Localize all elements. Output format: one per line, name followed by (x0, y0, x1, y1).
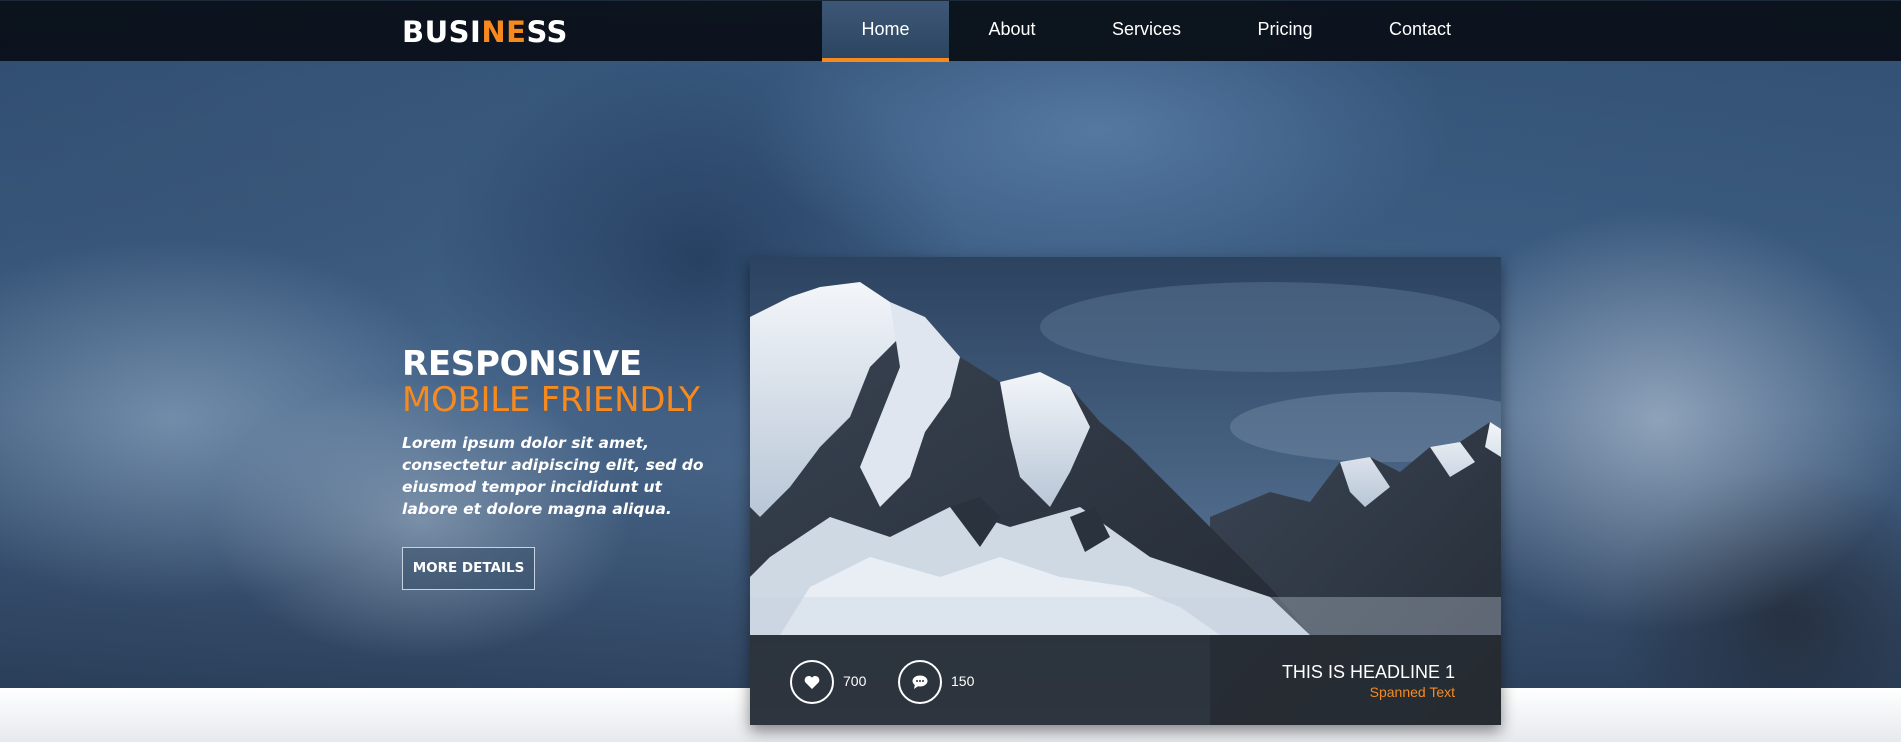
brand-logo[interactable]: BUSINESS (402, 15, 568, 49)
nav-item-pricing[interactable]: Pricing (1218, 1, 1352, 62)
comments-count: 150 (951, 673, 975, 689)
feature-card: 700 150 THIS IS HEADLINE 1 Spanned Text (750, 257, 1501, 725)
speech-bubble-icon-glyph (912, 675, 928, 689)
nav-item-contact[interactable]: Contact (1352, 1, 1488, 62)
nav-item-services[interactable]: Services (1075, 1, 1218, 62)
more-details-button[interactable]: MORE DETAILS (402, 547, 535, 590)
top-navbar: BUSINESS Home About Services Pricing Con… (0, 0, 1901, 62)
heart-icon-glyph (804, 675, 820, 689)
card-subtext: Spanned Text (1369, 684, 1455, 700)
logo-text-highlight: NE (481, 15, 527, 49)
logo-text-end: SS (526, 15, 568, 49)
hero-description: Lorem ipsum dolor sit amet, consectetur … (402, 434, 704, 518)
likes-count: 700 (843, 673, 867, 689)
nav-item-home[interactable]: Home (822, 1, 949, 62)
speech-bubble-icon[interactable] (898, 660, 942, 704)
logo-text-start: BUSI (402, 15, 482, 49)
nav-item-about[interactable]: About (949, 1, 1075, 62)
hero-title-primary: RESPONSIVE (402, 344, 642, 384)
hero-title-secondary: MOBILE FRIENDLY (402, 380, 700, 420)
heart-icon[interactable] (790, 660, 834, 704)
card-headline: THIS IS HEADLINE 1 (1281, 662, 1455, 682)
